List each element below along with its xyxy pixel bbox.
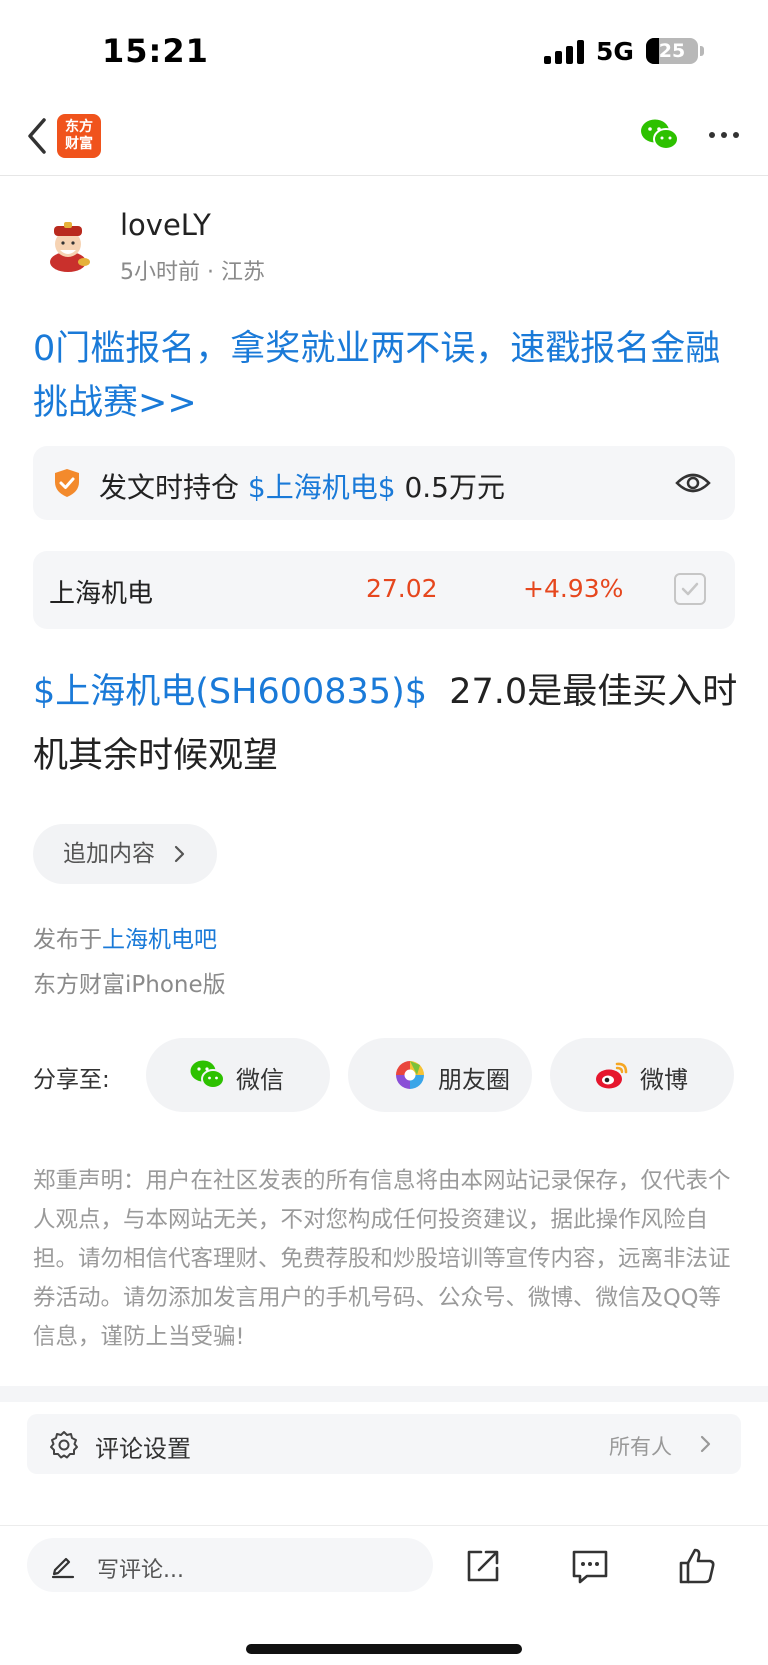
section-divider — [0, 1386, 768, 1402]
quote-price: 27.02 — [366, 574, 438, 603]
avatar[interactable] — [38, 214, 98, 274]
append-content-button[interactable]: 追加内容 — [33, 824, 217, 884]
cellular-signal-icon — [544, 40, 586, 64]
holding-card: 发文时持仓 $上海机电$ 0.5万元 — [33, 446, 735, 520]
comment-settings-value: 所有人 — [609, 1435, 672, 1459]
published-prefix: 发布于 — [33, 927, 102, 953]
check-icon — [681, 582, 699, 596]
share-moments-button[interactable]: 朋友圈 — [348, 1038, 532, 1112]
wechat-icon — [190, 1060, 225, 1089]
post-meta: 5小时前 · 江苏 — [120, 260, 265, 285]
comment-input[interactable]: 写评论... — [27, 1538, 433, 1592]
battery-tip — [700, 46, 704, 56]
share-wechat-label: 微信 — [236, 1066, 284, 1094]
comment-placeholder: 写评论... — [97, 1558, 184, 1583]
chevron-right-icon — [174, 845, 185, 863]
moments-icon — [396, 1061, 424, 1089]
eye-icon[interactable] — [675, 468, 711, 498]
append-label: 追加内容 — [63, 841, 155, 867]
post-stock-link[interactable]: $上海机电(SH600835)$ — [33, 672, 427, 712]
network-type: 5G — [596, 37, 634, 66]
logo-line-2: 财富 — [65, 136, 93, 152]
comment-icon[interactable] — [570, 1546, 610, 1586]
client-source: 东方财富iPhone版 — [33, 972, 226, 998]
share-wechat-button[interactable]: 微信 — [146, 1038, 330, 1112]
holding-prefix: 发文时持仓 — [99, 471, 240, 504]
comment-settings-label: 评论设置 — [95, 1435, 191, 1463]
promo-link[interactable]: 0门槛报名，拿奖就业两不误，速戳报名金融挑战赛>> — [33, 322, 733, 430]
stock-quote-card[interactable]: 上海机电 27.02 +4.93% — [33, 551, 735, 629]
holding-text: 发文时持仓 $上海机电$ 0.5万元 — [99, 466, 505, 506]
stock-bar-link[interactable]: 上海机电吧 — [102, 927, 217, 953]
comment-settings-row[interactable]: 评论设置 所有人 — [27, 1414, 741, 1474]
disclaimer-text: 郑重声明：用户在社区发表的所有信息将由本网站记录保存，仅代表个人观点，与本网站无… — [33, 1168, 731, 1350]
chevron-right-icon — [700, 1435, 711, 1453]
battery-icon: 25 — [646, 38, 698, 64]
more-icon[interactable] — [706, 120, 742, 150]
shield-icon — [55, 469, 79, 497]
share-moments-label: 朋友圈 — [438, 1066, 510, 1094]
share-weibo-button[interactable]: 微博 — [550, 1038, 734, 1112]
quote-stock-name: 上海机电 — [49, 579, 154, 609]
pen-icon — [51, 1557, 75, 1579]
nav-bar: 东方 财富 — [0, 100, 768, 176]
weibo-icon — [596, 1062, 628, 1089]
logo-line-1: 东方 — [65, 119, 93, 135]
status-time: 15:21 — [102, 32, 209, 70]
home-indicator — [246, 1644, 522, 1654]
share-label: 分享至: — [33, 1067, 110, 1093]
like-icon[interactable] — [677, 1546, 717, 1586]
holding-stock-link[interactable]: $上海机电$ — [248, 471, 396, 504]
status-bar: 15:21 5G 25 — [0, 0, 768, 100]
wechat-share-icon[interactable] — [640, 118, 680, 152]
back-button[interactable] — [20, 114, 56, 158]
gear-icon — [50, 1431, 78, 1459]
eastmoney-logo[interactable]: 东方 财富 — [57, 114, 101, 158]
share-weibo-label: 微博 — [640, 1066, 688, 1094]
published-in: 发布于上海机电吧 — [33, 920, 217, 954]
quote-change: +4.93% — [523, 574, 624, 603]
battery-level: 25 — [658, 40, 686, 62]
chevron-left-icon — [28, 118, 46, 154]
holding-amount: 0.5万元 — [404, 471, 505, 504]
add-watchlist-checkbox[interactable] — [674, 573, 706, 605]
share-icon[interactable] — [463, 1546, 503, 1586]
post-content: $上海机电(SH600835)$ 27.0是最佳买入时机其余时候观望 — [33, 660, 743, 788]
author-name[interactable]: loveLY — [120, 208, 211, 242]
